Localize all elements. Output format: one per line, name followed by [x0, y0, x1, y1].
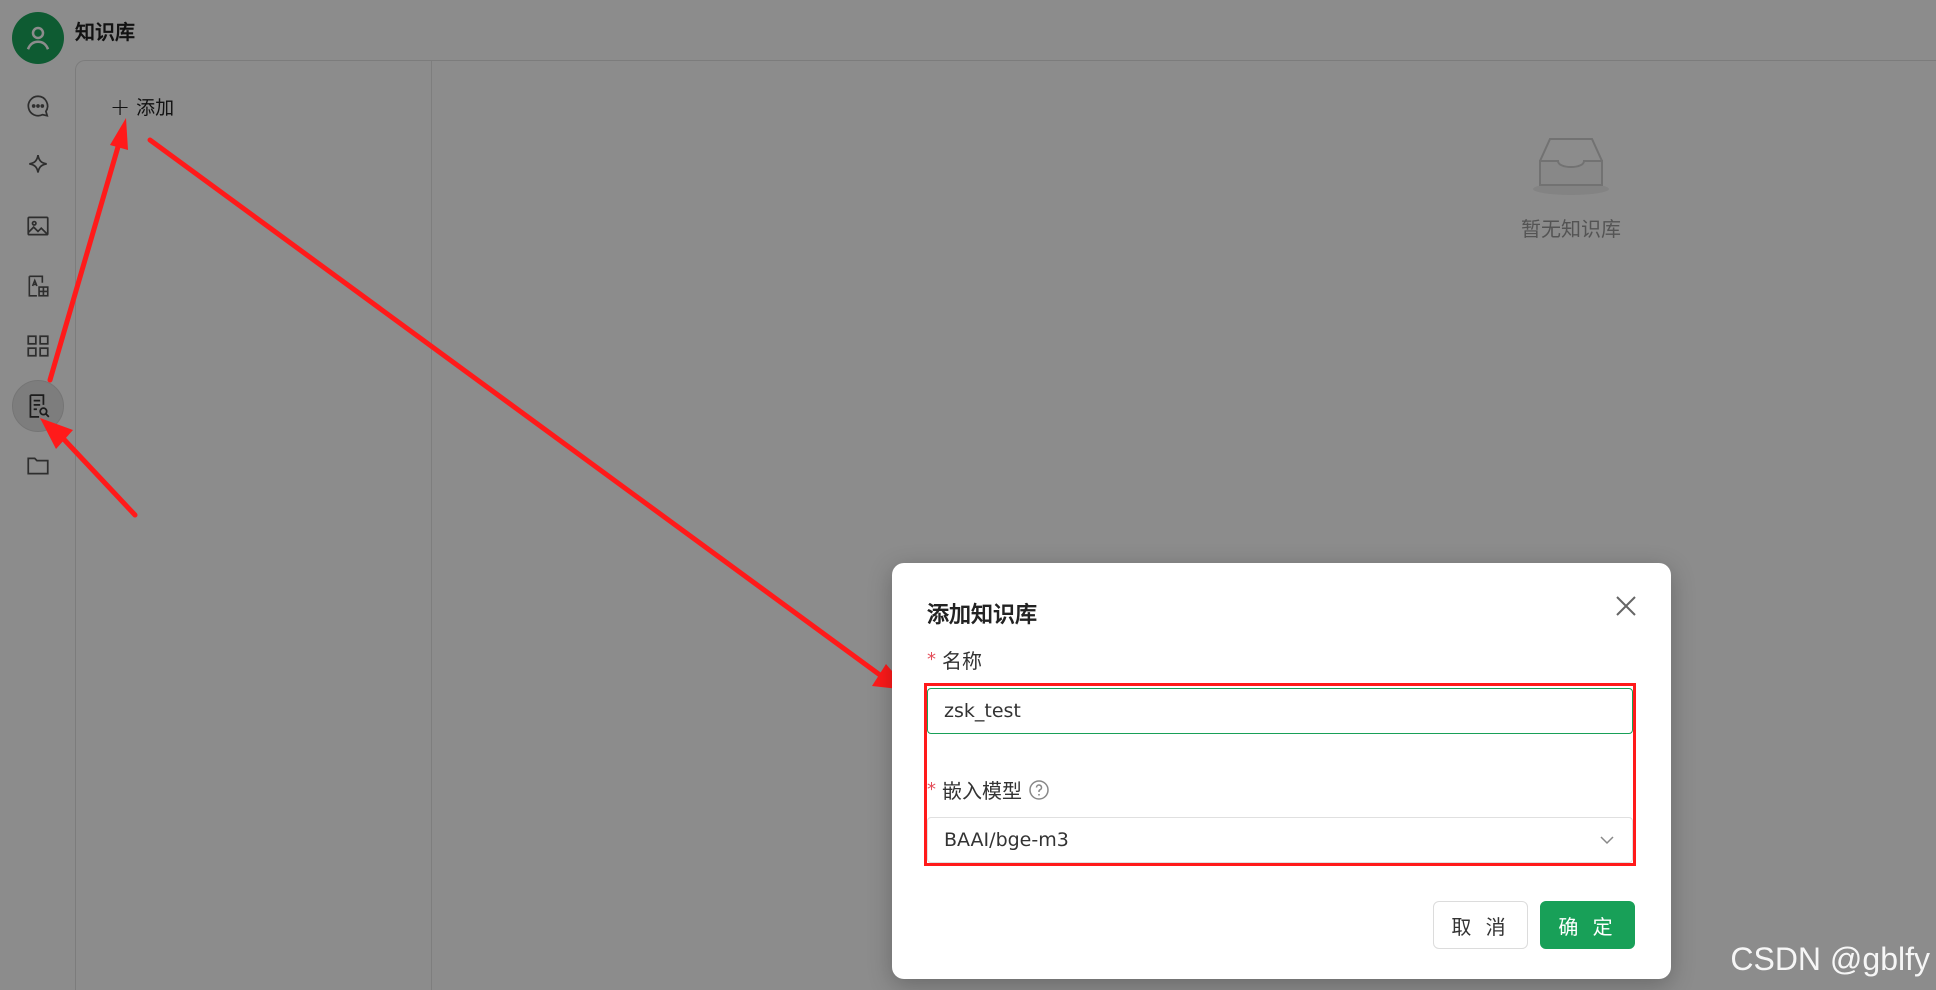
confirm-button[interactable]: 确 定	[1540, 901, 1635, 949]
close-icon	[1616, 596, 1636, 616]
model-field-label: * 嵌入模型	[927, 775, 1050, 804]
chevron-down-icon	[1600, 836, 1614, 845]
embedding-model-value: BAAI/bge-m3	[944, 829, 1069, 851]
add-knowledge-base-dialog: 添加知识库 * 名称 * 嵌入模型 BAAI/bge-m3	[892, 563, 1671, 979]
watermark: CSDN @gblfy	[1730, 941, 1930, 977]
app-root: 知识库 + 添加 暂无知识库 添加知识库 * 名称 zsk_test * 嵌入模…	[0, 0, 1936, 990]
required-marker: *	[927, 779, 936, 800]
model-label-text: 嵌入模型	[942, 779, 1022, 803]
embedding-model-select[interactable]: BAAI/bge-m3	[927, 817, 1633, 863]
name-label-text: 名称	[942, 649, 982, 673]
name-field-label: * 名称	[927, 645, 982, 674]
name-input[interactable]	[927, 688, 1633, 734]
dialog-title: 添加知识库	[927, 603, 1038, 628]
cancel-button[interactable]: 取 消	[1433, 901, 1528, 949]
help-icon[interactable]	[1028, 779, 1050, 801]
required-marker: *	[927, 649, 936, 670]
close-button[interactable]	[1611, 591, 1641, 621]
